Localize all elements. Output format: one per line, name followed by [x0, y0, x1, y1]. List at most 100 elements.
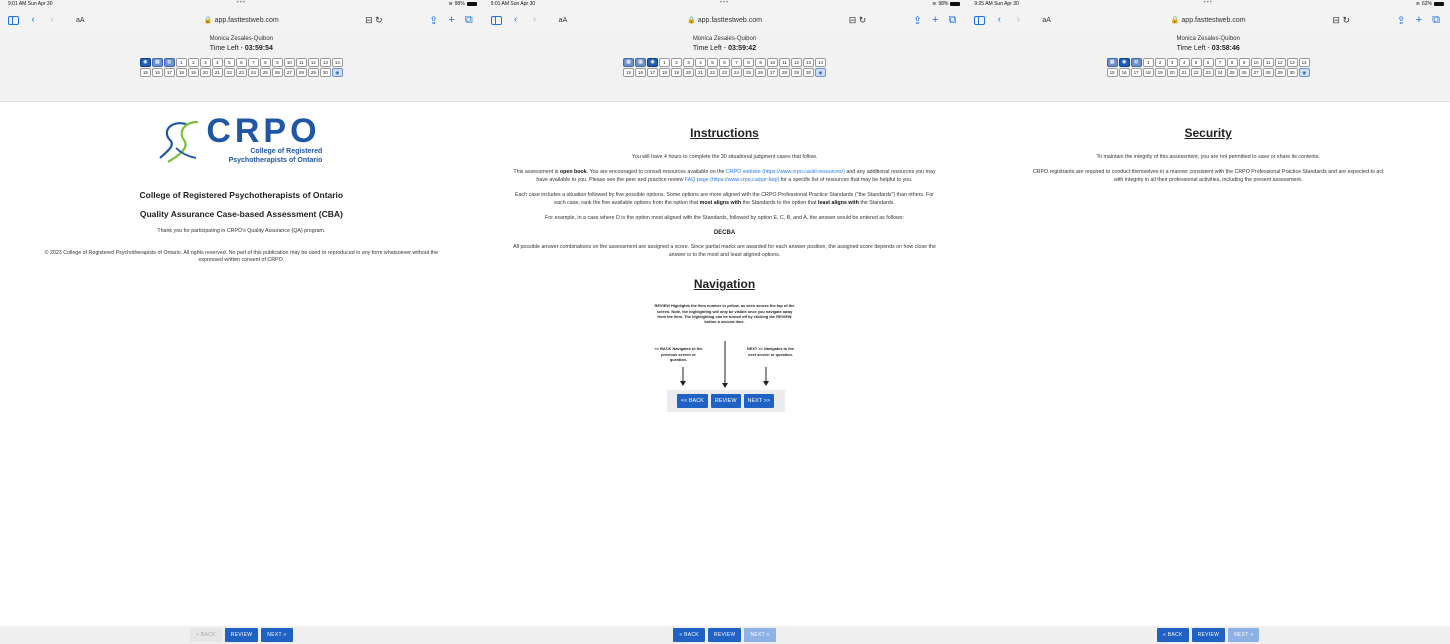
welcome-screen-icon[interactable]: ▦	[623, 58, 634, 67]
back-arrow-icon[interactable]: ‹	[511, 15, 521, 25]
question-cell[interactable]: 20	[683, 68, 694, 77]
question-cell[interactable]: 1	[659, 58, 670, 67]
question-cell[interactable]: 7	[731, 58, 742, 67]
question-cell[interactable]: 21	[1178, 68, 1190, 77]
back-button[interactable]: « BACK	[190, 628, 222, 642]
question-cell[interactable]: 11	[1262, 58, 1274, 67]
welcome-screen-icon[interactable]: ▦	[1106, 58, 1118, 67]
question-cell[interactable]: 6	[235, 58, 247, 67]
sidebar-icon[interactable]	[974, 15, 986, 25]
question-cell[interactable]: 7	[247, 58, 259, 67]
question-cell[interactable]: 3	[683, 58, 694, 67]
question-cell[interactable]: 5	[223, 58, 235, 67]
new-tab-icon[interactable]: +	[1416, 14, 1422, 27]
question-cell[interactable]: 5	[707, 58, 718, 67]
question-cell[interactable]: 1	[1142, 58, 1154, 67]
question-cell[interactable]: 26	[1238, 68, 1250, 77]
next-button[interactable]: NEXT »	[744, 628, 776, 642]
finish-screen-icon[interactable]: ◉	[1298, 68, 1310, 77]
question-cell[interactable]: 16	[1118, 68, 1130, 77]
question-cell[interactable]: 22	[1190, 68, 1202, 77]
reader-and-reload-icons[interactable]: ⊟ ↻	[1332, 15, 1350, 26]
question-cell[interactable]: 18	[175, 68, 187, 77]
back-button[interactable]: « BACK	[1157, 628, 1189, 642]
question-cell[interactable]: 26	[755, 68, 766, 77]
reader-text-size-icon[interactable]: aA	[1042, 17, 1051, 24]
security-screen-icon[interactable]: ◍	[1130, 58, 1142, 67]
back-arrow-icon[interactable]: ‹	[994, 15, 1004, 25]
question-cell[interactable]: 18	[1142, 68, 1154, 77]
finish-screen-icon[interactable]: ◉	[815, 68, 826, 77]
question-cell[interactable]: 2	[671, 58, 682, 67]
instructions-screen-icon[interactable]: ▦	[151, 58, 163, 67]
question-cell[interactable]: 9	[271, 58, 283, 67]
question-cell[interactable]: 17	[1130, 68, 1142, 77]
security-screen-icon[interactable]: ◍	[163, 58, 175, 67]
question-cell[interactable]: 21	[211, 68, 223, 77]
forward-arrow-icon[interactable]: ›	[1013, 15, 1023, 25]
question-cell[interactable]: 20	[199, 68, 211, 77]
question-cell[interactable]: 24	[247, 68, 259, 77]
finish-screen-icon[interactable]: ◉	[331, 68, 343, 77]
question-cell[interactable]: 6	[719, 58, 730, 67]
question-cell[interactable]: 8	[1226, 58, 1238, 67]
question-cell[interactable]: 23	[719, 68, 730, 77]
question-cell[interactable]: 22	[223, 68, 235, 77]
question-cell[interactable]: 30	[319, 68, 331, 77]
question-cell[interactable]: 9	[755, 58, 766, 67]
question-cell[interactable]: 25	[259, 68, 271, 77]
question-cell[interactable]: 8	[259, 58, 271, 67]
question-cell[interactable]: 6	[1202, 58, 1214, 67]
multitask-dots-icon[interactable]: •••	[237, 0, 246, 6]
instructions-screen-icon[interactable]: ◉	[1118, 58, 1130, 67]
question-cell[interactable]: 17	[163, 68, 175, 77]
question-cell[interactable]: 30	[1286, 68, 1298, 77]
tabs-icon[interactable]: ⧉	[1432, 14, 1440, 27]
reader-text-size-icon[interactable]: aA	[559, 17, 568, 24]
question-cell[interactable]: 4	[1178, 58, 1190, 67]
question-cell[interactable]: 24	[731, 68, 742, 77]
instructions-screen-icon[interactable]: ▦	[635, 58, 646, 67]
security-screen-icon[interactable]: ◉	[647, 58, 658, 67]
crpo-website-link[interactable]: CRPO website (https://www.crpo.ca/all-re…	[726, 169, 845, 175]
question-cell[interactable]: 12	[1274, 58, 1286, 67]
question-cell[interactable]: 17	[647, 68, 658, 77]
question-cell[interactable]: 13	[319, 58, 331, 67]
question-cell[interactable]: 10	[767, 58, 778, 67]
question-cell[interactable]: 23	[235, 68, 247, 77]
question-cell[interactable]: 14	[815, 58, 826, 67]
question-cell[interactable]: 14	[1298, 58, 1310, 67]
question-cell[interactable]: 12	[307, 58, 319, 67]
new-tab-icon[interactable]: +	[448, 14, 454, 27]
welcome-screen-icon[interactable]: ◉	[139, 58, 151, 67]
question-cell[interactable]: 7	[1214, 58, 1226, 67]
question-cell[interactable]: 12	[791, 58, 802, 67]
question-cell[interactable]: 22	[707, 68, 718, 77]
question-cell[interactable]: 20	[1166, 68, 1178, 77]
share-icon[interactable]: ⇪	[1397, 14, 1406, 27]
new-tab-icon[interactable]: +	[932, 14, 938, 27]
question-cell[interactable]: 24	[1214, 68, 1226, 77]
question-cell[interactable]: 3	[199, 58, 211, 67]
question-cell[interactable]: 29	[307, 68, 319, 77]
question-cell[interactable]: 19	[187, 68, 199, 77]
multitask-dots-icon[interactable]: •••	[720, 0, 729, 6]
question-cell[interactable]: 3	[1166, 58, 1178, 67]
back-button[interactable]: « BACK	[673, 628, 705, 642]
question-cell[interactable]: 21	[695, 68, 706, 77]
next-button[interactable]: NEXT »	[261, 628, 293, 642]
question-cell[interactable]: 5	[1190, 58, 1202, 67]
question-cell[interactable]: 8	[743, 58, 754, 67]
address-bar[interactable]: 🔒 app.fasttestweb.com	[687, 16, 762, 24]
question-cell[interactable]: 2	[1154, 58, 1166, 67]
tabs-icon[interactable]: ⧉	[465, 14, 473, 27]
sidebar-icon[interactable]	[8, 15, 19, 25]
review-button[interactable]: REVIEW	[1191, 628, 1226, 642]
question-cell[interactable]: 1	[175, 58, 187, 67]
question-cell[interactable]: 27	[767, 68, 778, 77]
question-cell[interactable]: 25	[1226, 68, 1238, 77]
question-cell[interactable]: 9	[1238, 58, 1250, 67]
reader-and-reload-icons[interactable]: ⊟ ↻	[849, 15, 867, 26]
question-cell[interactable]: 28	[295, 68, 307, 77]
share-icon[interactable]: ⇪	[913, 14, 922, 27]
